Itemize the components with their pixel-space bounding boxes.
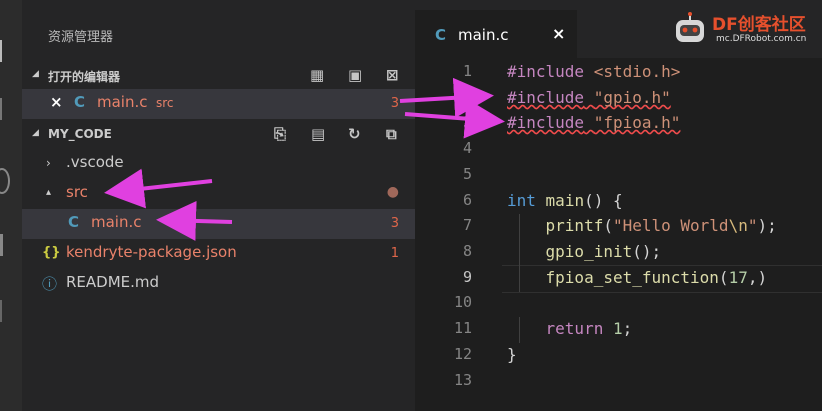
code-text: gpio_init(); [545,242,662,261]
code-line: 11 return 1; [415,317,822,343]
line-number: 3 [462,113,472,131]
close-all-icon[interactable]: ⊠ [386,66,399,84]
line-number: 1 [462,62,472,80]
code-line: 7 printf("Hello World\n"); [415,214,822,240]
new-folder-icon[interactable]: ▤ [311,125,325,143]
open-editors-label: 打开的编辑器 [48,70,121,84]
info-icon: ⓘ [42,275,58,293]
new-file-icon[interactable]: ⎘ [274,125,286,143]
tree-item-main-c[interactable]: C main.c 3 [22,209,415,239]
code-line: 12 } [415,343,822,369]
line-number: 9 [462,268,472,286]
code-line: 5 [415,163,822,189]
workspace-section[interactable]: ◢ MY_CODE ⎘ ▤ ↻ ⧉ [22,119,415,149]
code-line: 8 gpio_init(); [415,240,822,266]
open-editors-section[interactable]: ◢ 打开的编辑器 ▦ ▣ ⊠ [22,60,415,90]
modified-dot-icon: ● [386,184,399,200]
c-file-icon: C [435,26,447,44]
code-text: } [507,345,517,364]
code-text: #include "gpio.h" [507,88,671,107]
code-line: 6 int main() { [415,189,822,215]
code-line: 4 [415,137,822,163]
tree-item-vscode[interactable]: › .vscode [22,149,415,179]
code-text: fpioa_set_function(17,) [545,268,768,287]
line-number: 12 [453,345,472,363]
collapse-chevron-icon: ◢ [32,69,39,79]
line-number: 10 [453,293,472,311]
code-line: 2 #include "gpio.h" [415,86,822,112]
chevron-right-icon: › [46,156,51,170]
collapse-all-icon[interactable]: ⧉ [386,125,397,143]
explorer-activity-icon[interactable] [0,40,16,62]
tree-item-label: README.md [66,273,160,291]
explorer-sidebar: 资源管理器 ◢ 打开的编辑器 ▦ ▣ ⊠ × C main.c src 3 ◢ … [22,0,415,411]
code-text: return 1; [545,319,633,338]
refresh-icon[interactable]: ↻ [348,125,361,143]
line-number: 8 [462,242,472,260]
code-text: printf("Hello World\n"); [545,216,777,235]
code-line: 13 [415,369,822,395]
c-file-icon: C [74,93,86,111]
robot-logo-icon [676,12,704,42]
save-all-icon[interactable]: ▣ [348,66,362,84]
line-number: 7 [462,216,472,234]
code-text: #include "fpioa.h" [507,113,681,132]
tree-item-label: main.c [91,213,142,231]
watermark-brand: DF创客社区 [712,15,806,35]
code-line: 9 fpioa_set_function(17,) [415,266,822,292]
c-file-icon: C [68,213,80,231]
tree-item-label: src [66,183,88,201]
line-number: 13 [453,371,472,389]
close-editor-icon[interactable]: × [50,93,63,111]
code-text: int main() { [507,191,623,210]
line-number: 6 [462,191,472,209]
activity-bar [0,0,22,411]
open-editor-item-main-c[interactable]: × C main.c src 3 [22,89,415,119]
json-file-icon: {} [42,245,61,260]
problem-count-badge: 3 [390,96,399,111]
collapse-chevron-icon: ◢ [32,128,39,138]
tree-item-kendryte-package-json[interactable]: {} kendryte-package.json 1 [22,239,415,269]
code-text: #include <stdio.h> [507,62,681,81]
close-tab-icon[interactable]: × [552,24,565,43]
line-number: 2 [462,88,472,106]
code-line: 10 [415,291,822,317]
code-line: 3 #include "fpioa.h" [415,111,822,137]
line-number: 11 [453,319,472,337]
search-activity-icon[interactable] [0,98,16,120]
open-editor-filename: main.c [97,93,148,111]
tree-item-readme[interactable]: ⓘ README.md [22,269,415,299]
extensions-activity-icon[interactable] [0,234,17,256]
dfrobot-watermark: DF创客社区 mc.DFRobot.com.cn [668,8,818,52]
source-control-activity-icon[interactable] [0,300,16,322]
problem-count-badge: 1 [390,246,399,261]
open-editor-folder: src [156,96,174,110]
chevron-down-icon: ▴ [46,187,52,198]
editor-area: C main.c × 1 #include <stdio.h> 2 #inclu… [415,0,822,411]
explorer-title: 资源管理器 [48,30,114,45]
tree-item-label: kendryte-package.json [66,243,237,261]
tab-label: main.c [458,26,509,44]
line-number: 5 [462,165,472,183]
line-number: 4 [462,139,472,157]
workspace-label: MY_CODE [48,127,112,141]
tab-main-c[interactable]: C main.c × [415,10,577,58]
code-line: 1 #include <stdio.h> [415,60,822,86]
debug-activity-icon[interactable] [0,168,10,194]
tree-item-label: .vscode [66,153,124,171]
tree-item-src[interactable]: ▴ src ● [22,179,415,209]
problem-count-badge: 3 [390,216,399,231]
new-untitled-icon[interactable]: ▦ [310,66,324,84]
watermark-site: mc.DFRobot.com.cn [716,34,807,44]
